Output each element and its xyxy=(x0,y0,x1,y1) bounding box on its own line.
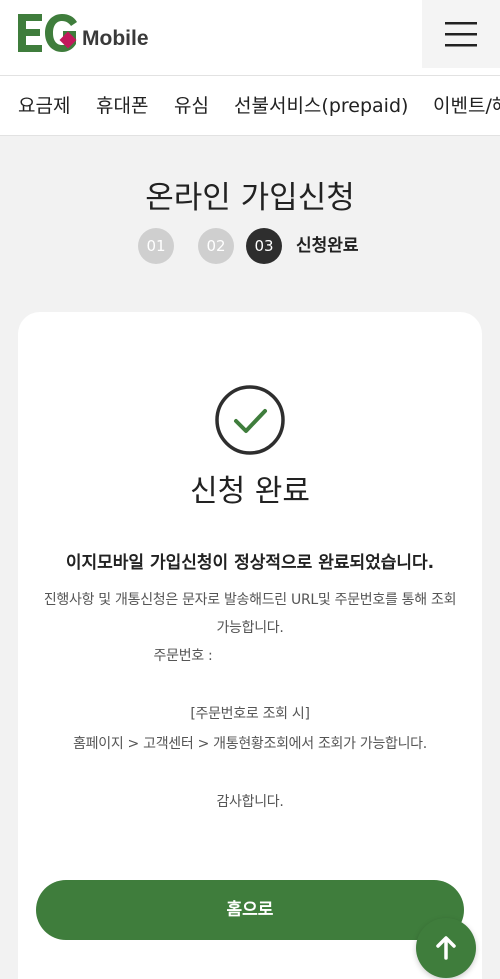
desc-line-2: 가능합니다. xyxy=(216,620,284,636)
menu-button[interactable] xyxy=(422,0,500,68)
result-message: 이지모바일 가입신청이 정상적으로 완료되었습니다. xyxy=(65,553,435,573)
step-2: 02 xyxy=(198,228,234,264)
nav-item-plans[interactable]: 요금제 xyxy=(18,93,70,119)
thanks-text: 감사합니다. xyxy=(216,794,284,810)
arrow-up-icon xyxy=(436,936,456,960)
nav-item-phones[interactable]: 휴대폰 xyxy=(96,93,148,119)
inquiry-path: 홈페이지 > 고객센터 > 개통현황조회에서 조회가 가능합니다. xyxy=(73,736,427,752)
result-title: 신청 완료 xyxy=(190,474,310,509)
page-title: 온라인 가입신청 xyxy=(145,180,355,216)
main-nav: 요금제 휴대폰 유심 선불서비스(prepaid) 이벤트/혜 xyxy=(0,75,500,136)
check-circle-icon xyxy=(215,385,285,455)
logo[interactable]: Mobile xyxy=(18,12,149,52)
nav-item-events[interactable]: 이벤트/혜 xyxy=(433,93,500,119)
inquiry-label: [주문번호로 조회 시] xyxy=(190,706,310,722)
logo-text: Mobile xyxy=(82,27,149,50)
desc-line-1: 진행사항 및 개통신청은 문자로 발송해드린 URL및 주문번호를 통해 조회 xyxy=(43,592,457,608)
order-number-label: 주문번호 : xyxy=(153,648,213,664)
current-step-label: 신청완료 xyxy=(296,236,359,256)
nav-item-usim[interactable]: 유심 xyxy=(174,93,209,119)
step-3: 03 xyxy=(246,228,282,264)
scroll-top-button[interactable] xyxy=(416,918,476,978)
eg-logo-mark xyxy=(18,14,77,52)
header: Mobile xyxy=(0,0,500,75)
nav-item-prepaid[interactable]: 선불서비스(prepaid) xyxy=(234,93,408,119)
home-button[interactable]: 홈으로 xyxy=(36,880,464,940)
hamburger-icon xyxy=(445,22,477,47)
step-1: 01 xyxy=(138,228,174,264)
